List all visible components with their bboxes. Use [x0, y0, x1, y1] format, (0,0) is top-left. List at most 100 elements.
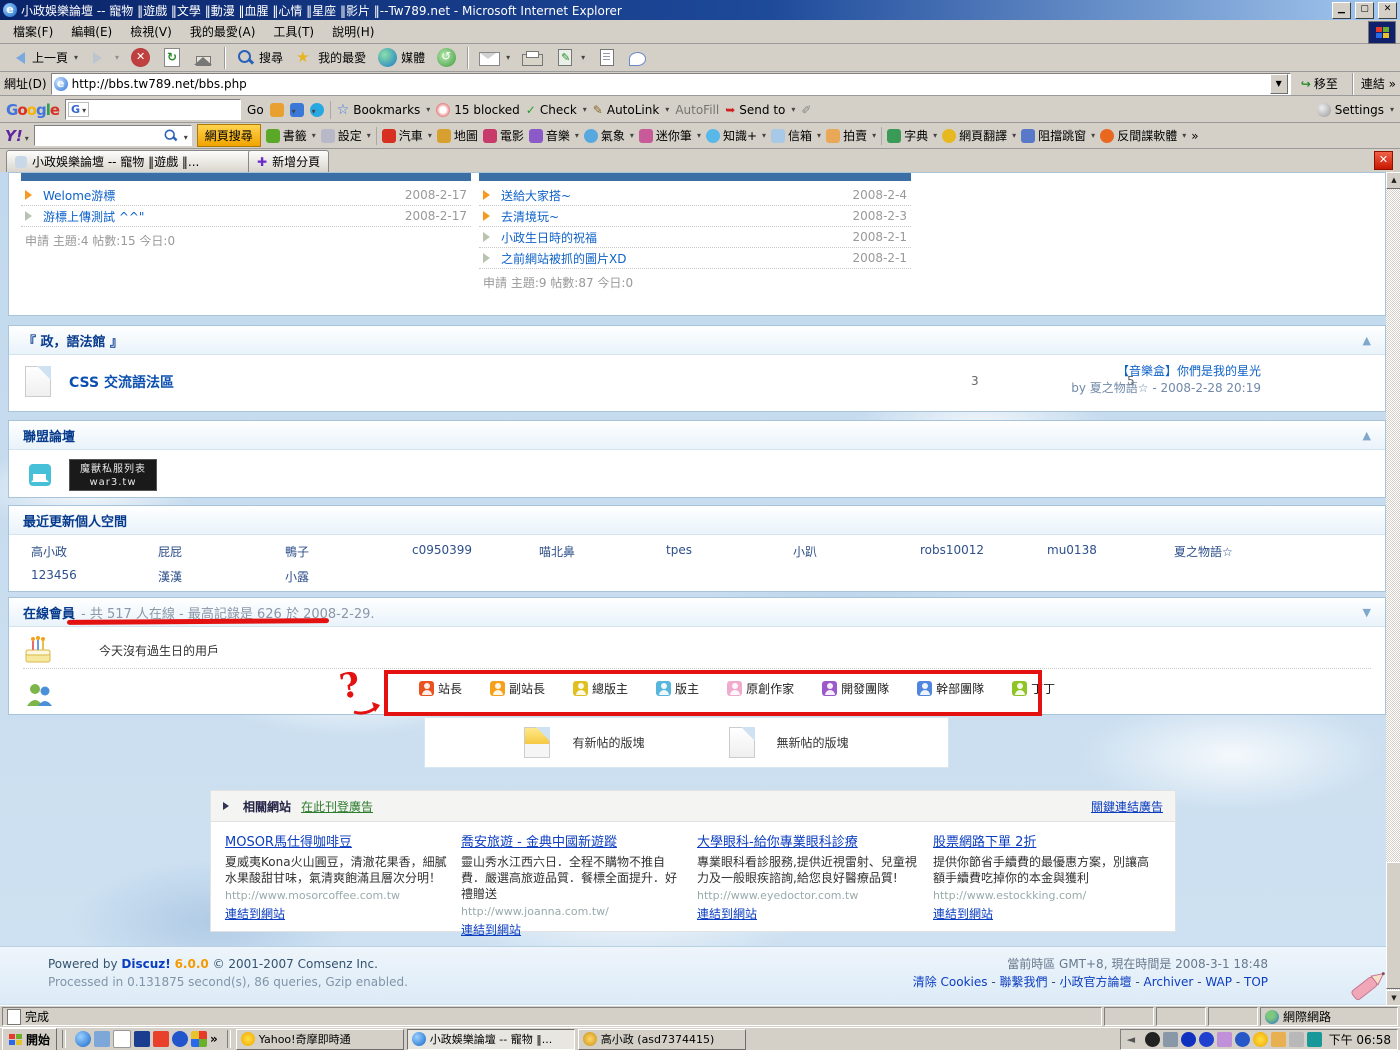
quick-launch-overflow[interactable]: » [210, 1032, 218, 1046]
yahoo-bookmark-button[interactable]: 書籤 [266, 127, 316, 144]
links-button[interactable]: 連結 » [1361, 75, 1396, 92]
google-settings-button[interactable]: Settings [1317, 103, 1394, 117]
home-button[interactable] [189, 46, 218, 69]
menu-edit[interactable]: 編輯(E) [62, 20, 121, 43]
thread-link[interactable]: Welome游標 [43, 187, 115, 204]
user-link[interactable]: 小露 [285, 568, 412, 585]
messenger-flower-icon[interactable] [153, 1031, 169, 1047]
history-button[interactable] [432, 46, 461, 69]
user-link[interactable]: 漢漢 [158, 568, 285, 585]
close-button[interactable]: ✕ [1378, 2, 1397, 19]
google-go-button[interactable]: Go [247, 103, 264, 117]
yahoo-maps-button[interactable]: 地圖 [437, 127, 478, 144]
user-link[interactable]: tpes [666, 543, 793, 560]
ad-visit-link[interactable]: 連結到網站 [225, 907, 285, 921]
yahoo-search-dropdown[interactable] [182, 129, 188, 143]
user-link[interactable]: 高小政 [31, 543, 158, 560]
yahoo-weather-button[interactable]: 氣象 [584, 127, 634, 144]
yahoo-logo[interactable]: Y! [5, 127, 29, 145]
google-pagerank-icon[interactable] [290, 103, 304, 117]
volume-icon[interactable]: ◄ [1127, 1032, 1142, 1047]
yahoo-knowledge-button[interactable]: 知識+ [706, 127, 766, 144]
collapse-chevron-icon[interactable]: ▲ [1363, 429, 1371, 442]
google-search-input[interactable]: G [65, 99, 241, 120]
menu-file[interactable]: 檔案(F) [4, 20, 62, 43]
minimize-button[interactable]: ▁ [1332, 2, 1351, 19]
yahoo-mail-button[interactable]: 信箱 [771, 127, 821, 144]
task-button-yahoo-messenger[interactable]: Yahoo!奇摩即時通 [236, 1029, 404, 1050]
maximize-button[interactable]: ▢ [1355, 2, 1374, 19]
stop-button[interactable] [126, 46, 155, 69]
thread-link[interactable]: 小政生日時的祝福 [501, 229, 597, 246]
tray-a-icon[interactable] [1181, 1032, 1196, 1047]
thread-link[interactable]: 之前網站被抓的圖片XD [501, 250, 626, 267]
yahoo-settings-button[interactable]: 設定 [321, 127, 371, 144]
google-autofill-button[interactable]: AutoFill [675, 103, 719, 117]
google-news-icon[interactable] [270, 103, 284, 117]
tray-photo-icon[interactable] [1271, 1032, 1286, 1047]
scroll-top-pencil-icon[interactable] [1344, 968, 1392, 1002]
yahoo-translate-button[interactable]: 網頁翻譯 [942, 127, 1016, 144]
forum-link[interactable]: CSS 交流語法區 [69, 372, 174, 392]
ad-title-link[interactable]: MOSOR馬仕得咖啡豆 [225, 831, 447, 850]
last-post-link[interactable]: 【音樂盒】你們是我的星光 [1071, 362, 1261, 379]
home-link-icon[interactable] [29, 464, 51, 486]
menu-tools[interactable]: 工具(T) [264, 20, 323, 43]
back-button[interactable]: 上一頁 [4, 46, 83, 69]
ad-visit-link[interactable]: 連結到網站 [697, 907, 757, 921]
post-ad-link[interactable]: 在此刊登廣告 [301, 798, 373, 815]
thread-link[interactable]: 送給大家搭~ [501, 187, 571, 204]
menu-view[interactable]: 檢視(V) [121, 20, 181, 43]
google-bookmarks-button[interactable]: ☆Bookmarks [337, 102, 431, 118]
ad-title-link[interactable]: 大學眼科-給你專業眼科診療 [697, 831, 919, 850]
highlighter-icon[interactable]: ✐ [801, 103, 811, 117]
search-button[interactable]: 搜尋 [231, 46, 288, 69]
footer-link-official[interactable]: 小政官方論壇 [1060, 975, 1132, 989]
quicktime-icon[interactable] [172, 1031, 188, 1047]
address-dropdown-button[interactable]: ▼ [1270, 74, 1288, 94]
ime-icon[interactable] [1307, 1032, 1322, 1047]
task-button-ie-forum[interactable]: 小政娛樂論壇 -- 寵物 ‖... [407, 1029, 575, 1050]
tray-smiley-icon[interactable] [1253, 1032, 1268, 1047]
mail-button[interactable] [474, 47, 515, 68]
vertical-scrollbar[interactable]: ▲ ▼ [1386, 172, 1400, 1005]
ad-visit-link[interactable]: 連結到網站 [461, 923, 521, 937]
address-input[interactable]: e http://bbs.tw789.net/bbs.php ▼ [51, 73, 1291, 95]
user-link[interactable]: 123456 [31, 568, 158, 585]
thread-link[interactable]: 游標上傳測試 ^^" [43, 208, 144, 225]
google-sendto-button[interactable]: ➥Send to [725, 103, 795, 117]
yahoo-cars-button[interactable]: 汽車 [382, 127, 432, 144]
keyword-ads-link[interactable]: 關鍵連結廣告 [1091, 798, 1163, 815]
user-link[interactable]: 屁屁 [158, 543, 285, 560]
favorites-button[interactable]: 我的最愛 [290, 46, 371, 69]
google-comment-icon[interactable] [310, 103, 324, 117]
print-button[interactable] [517, 47, 548, 68]
footer-link-top[interactable]: TOP [1244, 975, 1268, 989]
footer-link-archiver[interactable]: Archiver [1144, 975, 1194, 989]
tray-pointer-icon[interactable] [1235, 1032, 1250, 1047]
alliance-banner-image[interactable]: 魔獸私服列表 war3.tw [69, 459, 157, 491]
user-link[interactable]: 喵北鼻 [539, 543, 666, 560]
tray-i-icon[interactable] [1199, 1032, 1214, 1047]
tab-active[interactable]: 小政娛樂論壇 -- 寵物 ‖遊戲 ‖... [6, 150, 254, 172]
picasa-icon[interactable] [191, 1031, 207, 1047]
google-g-icon[interactable]: G [68, 102, 89, 117]
task-button-messenger-chat[interactable]: 高小政 (asd7374415) [578, 1029, 746, 1050]
ad-visit-link[interactable]: 連結到網站 [933, 907, 993, 921]
tray-bag-icon[interactable] [1217, 1032, 1232, 1047]
collapse-chevron-icon[interactable]: ▼ [1363, 606, 1371, 619]
yahoo-movies-button[interactable]: 電影 [483, 127, 524, 144]
google-popup-blocker-button[interactable]: 15 blocked [436, 103, 520, 117]
user-link[interactable]: mu0138 [1047, 543, 1174, 560]
explorer-icon[interactable] [94, 1031, 110, 1047]
yahoo-dictionary-button[interactable]: 字典 [887, 127, 937, 144]
media-button[interactable]: 媒體 [373, 46, 430, 69]
go-button[interactable]: ↪移至 [1295, 74, 1344, 93]
edit-with-button[interactable] [550, 46, 590, 69]
user-link[interactable]: 鴨子 [285, 543, 412, 560]
yahoo-overflow-button[interactable]: » [1191, 129, 1198, 143]
menu-help[interactable]: 說明(H) [323, 20, 383, 43]
menu-favorites[interactable]: 我的最愛(A) [181, 20, 265, 43]
user-link[interactable]: 小趴 [793, 543, 920, 560]
scroll-up-icon[interactable]: ▲ [1386, 172, 1400, 189]
